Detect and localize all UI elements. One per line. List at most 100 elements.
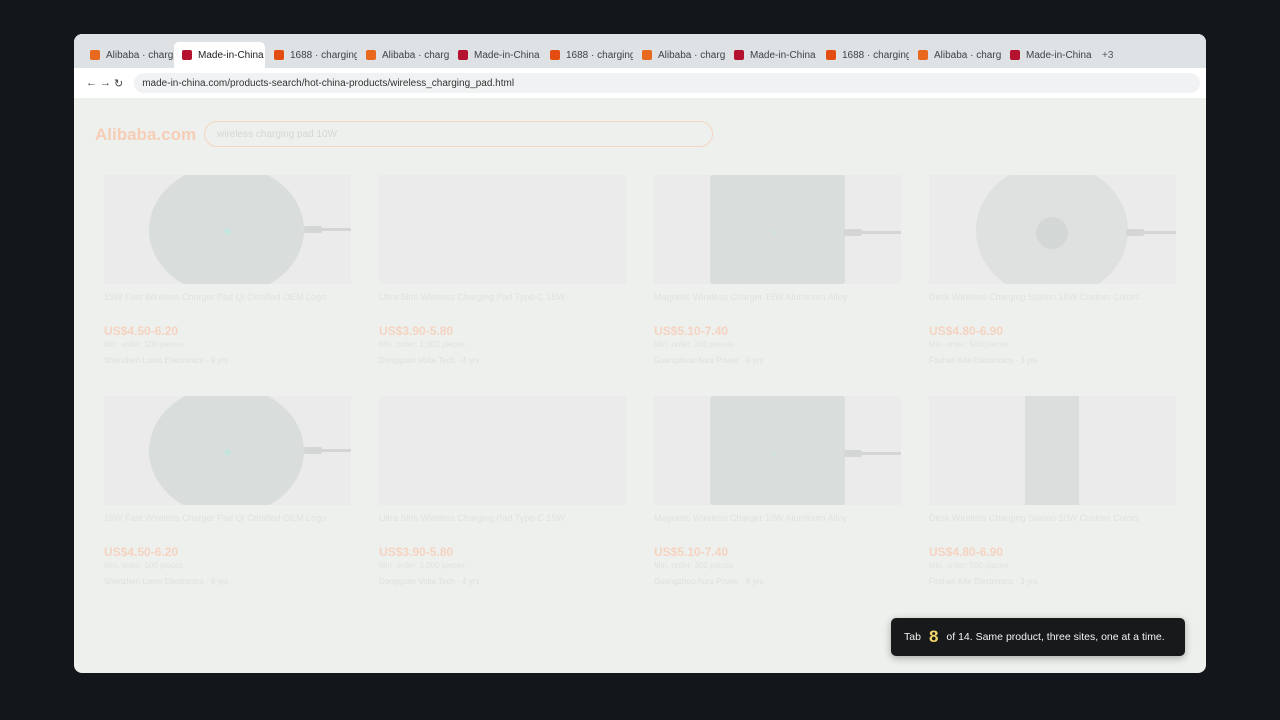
product-price: US$5.10-7.40 — [654, 545, 729, 559]
favicon-icon — [182, 50, 192, 60]
caption-prefix: Tab — [904, 631, 921, 643]
led-indicator — [225, 229, 230, 234]
browser-tab[interactable]: 1688 · charging pad — [818, 42, 909, 68]
product-title[interactable]: Desk Wireless Charging Station 10W Custo… — [929, 292, 1139, 302]
caption-text: of 14. Same product, three sites, one at… — [946, 631, 1165, 643]
led-indicator — [225, 450, 230, 455]
cable-shape — [859, 452, 901, 455]
favicon-icon — [642, 50, 652, 60]
cable-shape — [319, 228, 351, 231]
product-moq: Min. order: 1,000 pieces — [379, 561, 465, 570]
url-field[interactable]: made-in-china.com/products-search/hot-ch… — [134, 73, 1201, 93]
product-card[interactable]: Desk Wireless Charging Station 10W Custo… — [929, 396, 1176, 596]
tab-label: Alibaba · charging — [382, 49, 449, 61]
browser-tab[interactable]: 1688 · charging pad — [542, 42, 633, 68]
tab-label: Alibaba · charging — [106, 49, 173, 61]
product-supplier[interactable]: Foshan Kite Electronics · 3 yrs — [929, 577, 1037, 586]
caption-tab-number: 8 — [928, 627, 939, 646]
product-card[interactable]: Magnetic Wireless Charger 10W Aluminum A… — [654, 396, 901, 596]
browser-tab[interactable]: Made-in-China · — [1002, 42, 1093, 68]
charger-stand-shape — [1025, 396, 1079, 505]
led-indicator — [773, 452, 776, 455]
more-tabs-indicator[interactable]: +3 — [1094, 42, 1113, 68]
tab-label: Made-in-China · — [198, 49, 265, 61]
product-supplier[interactable]: Shenzhen Lumo Electronics · 8 yrs — [104, 577, 228, 586]
product-supplier[interactable]: Guangzhou Aura Power · 9 yrs — [654, 356, 763, 365]
product-card[interactable]: Magnetic Wireless Charger 15W Aluminum A… — [654, 175, 901, 375]
led-indicator — [773, 231, 776, 234]
product-title[interactable]: 15W Fast Wireless Charger Pad Qi Certifi… — [104, 292, 326, 302]
forward-arrow-icon[interactable]: → — [100, 77, 112, 90]
product-title[interactable]: 15W Fast Wireless Charger Pad Qi Certifi… — [104, 513, 326, 523]
product-supplier[interactable]: Foshan Kite Electronics · 3 yrs — [929, 356, 1037, 365]
favicon-icon — [1010, 50, 1020, 60]
caption-overlay: Tab 8 of 14. Same product, three sites, … — [891, 618, 1185, 656]
tab-label: Made-in-China · — [474, 49, 541, 61]
product-price: US$4.50-6.20 — [104, 324, 179, 338]
product-card[interactable]: 15W Fast Wireless Charger Pad Qi Certifi… — [104, 396, 351, 596]
product-price: US$5.10-7.40 — [654, 324, 729, 338]
tab-bar: Alibaba · charging Made-in-China · 1688 · … — [74, 34, 1206, 68]
favicon-icon — [826, 50, 836, 60]
address-bar: ← → ↻ made-in-china.com/products-search/… — [74, 68, 1206, 98]
browser-tab[interactable]: 1688 · charging pad — [266, 42, 357, 68]
product-price: US$3.90-5.80 — [379, 324, 454, 338]
favicon-icon — [90, 50, 100, 60]
browser-tab[interactable]: Made-in-China · — [174, 42, 265, 68]
site-logo[interactable]: Alibaba.com — [95, 125, 196, 145]
product-image[interactable] — [104, 175, 351, 284]
product-price: US$4.50-6.20 — [104, 545, 179, 559]
product-image[interactable] — [379, 175, 626, 284]
browser-tab[interactable]: Made-in-China · — [726, 42, 817, 68]
product-card[interactable]: Ultra Slim Wireless Charging Pad Type-C … — [379, 175, 626, 375]
browser-tab[interactable]: Alibaba · charging — [634, 42, 725, 68]
tab-label: 1688 · charging pad — [566, 49, 633, 61]
product-title[interactable]: Ultra Slim Wireless Charging Pad Type-C … — [379, 292, 565, 302]
product-title[interactable]: Ultra Slim Wireless Charging Pad Type-C … — [379, 513, 565, 523]
product-supplier[interactable]: Guangzhou Aura Power · 6 yrs — [654, 577, 763, 586]
product-title[interactable]: Desk Wireless Charging Station 10W Custo… — [929, 513, 1139, 523]
product-image[interactable] — [654, 175, 901, 284]
product-card[interactable]: Ultra Slim Wireless Charging Pad Type-C … — [379, 396, 626, 596]
cable-shape — [319, 449, 351, 452]
product-price: US$4.80-6.90 — [929, 324, 1004, 338]
charger-pad-shape — [710, 396, 845, 505]
cable-shape — [859, 231, 901, 234]
browser-tab[interactable]: Made-in-China · — [450, 42, 541, 68]
product-moq: Min. order: 300 pieces — [654, 340, 734, 349]
product-title[interactable]: Magnetic Wireless Charger 15W Aluminum A… — [654, 292, 847, 302]
browser-tab[interactable]: Alibaba · charging — [82, 42, 173, 68]
product-image[interactable] — [929, 396, 1176, 505]
product-supplier[interactable]: Dongguan Volta Tech · 4 yrs — [379, 356, 479, 365]
tab-label: 1688 · charging pad — [842, 49, 909, 61]
tab-label: Alibaba · charging — [658, 49, 725, 61]
product-card[interactable]: Desk Wireless Charging Station 10W Custo… — [929, 175, 1176, 375]
charger-pad-shape — [710, 175, 845, 284]
charger-center-shape — [1036, 217, 1068, 249]
product-image[interactable] — [379, 396, 626, 505]
reload-icon[interactable]: ↻ — [114, 77, 124, 90]
tab-label: Made-in-China · — [1026, 49, 1093, 61]
browser-tab[interactable]: Alibaba · charging — [358, 42, 449, 68]
product-image[interactable] — [929, 175, 1176, 284]
browser-tab[interactable]: Alibaba · charging — [910, 42, 1001, 68]
product-image[interactable] — [654, 396, 901, 505]
product-moq: Min. order: 300 pieces — [654, 561, 734, 570]
product-image[interactable] — [104, 396, 351, 505]
product-card[interactable]: 15W Fast Wireless Charger Pad Qi Certifi… — [104, 175, 351, 375]
favicon-icon — [550, 50, 560, 60]
tab-label: Alibaba · charging — [934, 49, 1001, 61]
product-supplier[interactable]: Shenzhen Lumo Electronics · 9 yrs — [104, 356, 228, 365]
product-moq: Min. order: 1,000 pieces — [379, 340, 465, 349]
back-arrow-icon[interactable]: ← — [86, 77, 98, 90]
product-title[interactable]: Magnetic Wireless Charger 10W Aluminum A… — [654, 513, 847, 523]
favicon-icon — [366, 50, 376, 60]
product-price: US$4.80-6.90 — [929, 545, 1004, 559]
browser-window: Alibaba · charging Made-in-China · 1688 · … — [74, 34, 1206, 673]
product-moq: Min. order: 500 pieces — [929, 340, 1009, 349]
favicon-icon — [458, 50, 468, 60]
product-supplier[interactable]: Dongguan Volta Tech · 4 yrs — [379, 577, 479, 586]
product-moq: Min. order: 500 pieces — [929, 561, 1009, 570]
search-input[interactable]: wireless charging pad 10W — [204, 121, 713, 147]
product-moq: Min. order: 500 pieces — [104, 561, 184, 570]
